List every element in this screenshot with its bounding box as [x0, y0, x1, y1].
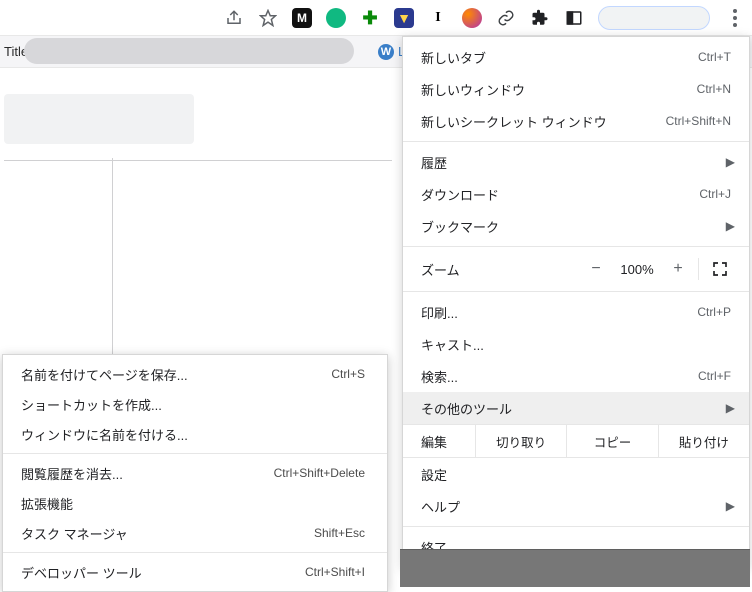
chrome-main-menu: 新しいタブ Ctrl+T 新しいウィンドウ Ctrl+N 新しいシークレット ウ… — [402, 36, 750, 568]
extension-icon-plus[interactable]: ✚ — [360, 8, 380, 28]
chrome-menu-button[interactable] — [724, 4, 746, 32]
menu-history[interactable]: 履歴 ▶ — [403, 146, 749, 178]
submenu-clear-browsing-data[interactable]: 閲覧履歴を消去... Ctrl+Shift+Delete — [3, 458, 387, 488]
menu-bookmarks[interactable]: ブックマーク ▶ — [403, 210, 749, 242]
menu-accel: Ctrl+T — [698, 50, 731, 64]
submenu-save-page[interactable]: 名前を付けてページを保存... Ctrl+S — [3, 359, 387, 389]
chevron-right-icon: ▶ — [725, 499, 735, 513]
browser-toolbar: M ✚ ▼ I — [0, 0, 752, 36]
extension-icon-m[interactable]: M — [292, 8, 312, 28]
share-icon[interactable] — [224, 8, 244, 28]
chevron-right-icon: ▶ — [725, 155, 735, 169]
link-icon[interactable] — [496, 8, 516, 28]
menu-edit-row: 編集 切り取り コピー 貼り付け — [403, 424, 749, 458]
edit-paste-button[interactable]: 貼り付け — [658, 425, 749, 457]
chevron-right-icon: ▶ — [725, 219, 735, 233]
sidepanel-icon[interactable] — [564, 8, 584, 28]
menu-new-window[interactable]: 新しいウィンドウ Ctrl+N — [403, 73, 749, 105]
chevron-right-icon: ▶ — [725, 401, 735, 415]
edit-copy-button[interactable]: コピー — [566, 425, 657, 457]
extension-icon-i[interactable]: I — [428, 8, 448, 28]
page-bottom-strip — [400, 549, 750, 587]
extension-icon-firefox[interactable] — [462, 8, 482, 28]
extensions-puzzle-icon[interactable] — [530, 8, 550, 28]
submenu-extensions[interactable]: 拡張機能 — [3, 488, 387, 518]
menu-cast[interactable]: キャスト... — [403, 328, 749, 360]
menu-help[interactable]: ヘルプ ▶ — [403, 490, 749, 522]
menu-more-tools[interactable]: その他のツール ▶ — [403, 392, 749, 424]
more-tools-submenu: 名前を付けてページを保存... Ctrl+S ショートカットを作成... ウィン… — [2, 354, 388, 592]
menu-print[interactable]: 印刷... Ctrl+P — [403, 296, 749, 328]
extension-icon-grammarly[interactable] — [326, 8, 346, 28]
menu-find[interactable]: 検索... Ctrl+F — [403, 360, 749, 392]
menu-settings[interactable]: 設定 — [403, 458, 749, 490]
zoom-value: 100% — [612, 262, 662, 277]
star-icon[interactable] — [258, 8, 278, 28]
wordpress-icon[interactable]: W — [378, 44, 394, 60]
menu-downloads[interactable]: ダウンロード Ctrl+J — [403, 178, 749, 210]
edit-cut-button[interactable]: 切り取り — [475, 425, 566, 457]
extension-icon-download[interactable]: ▼ — [394, 8, 414, 28]
submenu-name-window[interactable]: ウィンドウに名前を付ける... — [3, 419, 387, 449]
menu-zoom-row: ズーム − 100% + — [403, 251, 749, 287]
profile-chip[interactable] — [598, 6, 710, 30]
menu-new-incognito[interactable]: 新しいシークレット ウィンドウ Ctrl+Shift+N — [403, 105, 749, 137]
menu-new-tab[interactable]: 新しいタブ Ctrl+T — [403, 41, 749, 73]
menu-label: 新しいタブ — [421, 48, 698, 67]
submenu-create-shortcut[interactable]: ショートカットを作成... — [3, 389, 387, 419]
zoom-out-button[interactable]: − — [580, 255, 612, 283]
redacted-area — [24, 38, 354, 64]
fullscreen-button[interactable] — [703, 261, 737, 277]
submenu-task-manager[interactable]: タスク マネージャ Shift+Esc — [3, 518, 387, 548]
submenu-developer-tools[interactable]: デベロッパー ツール Ctrl+Shift+I — [3, 557, 387, 587]
zoom-in-button[interactable]: + — [662, 255, 694, 283]
